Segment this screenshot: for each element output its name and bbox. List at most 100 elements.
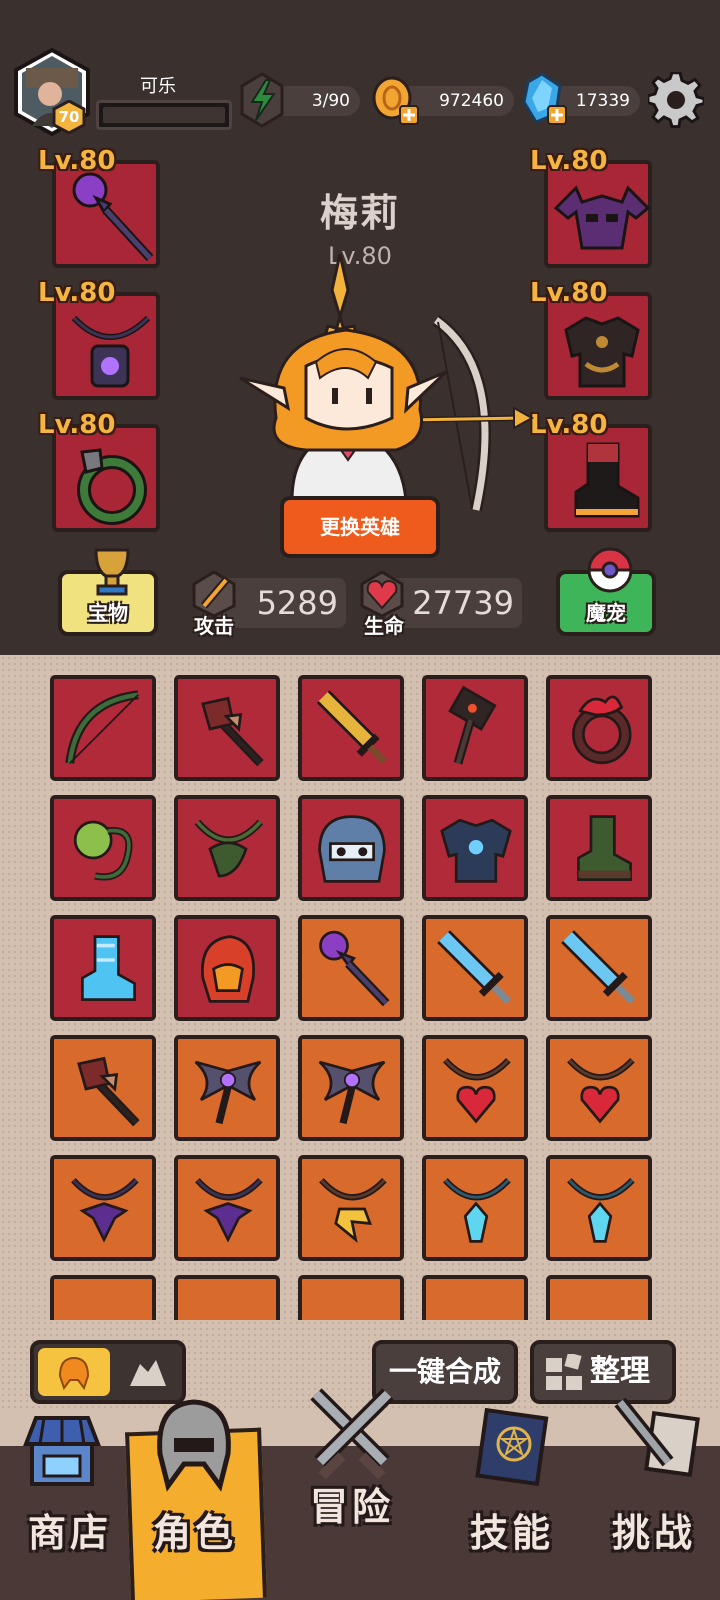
inventory-item-partial[interactable]: [546, 1275, 652, 1320]
inventory-item[interactable]: [298, 795, 404, 901]
sword-scroll-icon: [614, 1397, 700, 1478]
hp-label: 生命: [364, 614, 404, 638]
toggle-materials[interactable]: [114, 1348, 180, 1396]
inventory-grid: [0, 655, 720, 1320]
inventory-item[interactable]: [422, 675, 528, 781]
stone-icon: [130, 1360, 166, 1386]
torch-staff-icon: [77, 1056, 140, 1127]
crystal-necklace-icon: [443, 1177, 511, 1243]
pet-button[interactable]: 魔宠: [556, 547, 656, 636]
inventory-item[interactable]: [50, 795, 156, 901]
crossed-swords-icon: [310, 1388, 394, 1480]
inventory-item[interactable]: [422, 915, 528, 1021]
inventory-item[interactable]: [50, 1155, 156, 1261]
inventory-item[interactable]: [546, 1155, 652, 1261]
inventory-item[interactable]: [298, 915, 404, 1021]
nav-tab-character[interactable]: 角色: [122, 1399, 267, 1600]
energy-icon: [240, 72, 284, 132]
equip-slot-helmet[interactable]: [544, 160, 652, 268]
dark-necklace-icon: [195, 1177, 263, 1243]
inventory-item[interactable]: [174, 795, 280, 901]
hammer-icon: [448, 685, 497, 765]
inventory-item-partial[interactable]: [50, 1275, 156, 1320]
heart-necklace-icon: [567, 1057, 635, 1124]
pet-label: 魔宠: [586, 601, 626, 625]
gold-necklace-icon: [319, 1177, 387, 1244]
equip-slot-armor[interactable]: [544, 292, 652, 400]
boots-icon: [574, 442, 640, 518]
frost-armor-icon: [440, 818, 512, 883]
coin-icon[interactable]: [370, 74, 422, 132]
inventory-item-partial[interactable]: [422, 1275, 528, 1320]
sort-label: 整理: [590, 1354, 650, 1389]
inventory-item[interactable]: [422, 1155, 528, 1261]
nav-tab-skills[interactable]: 技能: [442, 1407, 582, 1600]
xp-bar: [96, 100, 232, 130]
inventory-item[interactable]: [174, 1155, 280, 1261]
equip-slot-ring[interactable]: [52, 424, 160, 532]
inventory-item[interactable]: [174, 675, 280, 781]
nav-tab-challenge[interactable]: 挑战: [584, 1397, 720, 1600]
ice-sword-icon: [561, 930, 635, 1004]
bow-icon: [65, 690, 139, 764]
settings-gear-icon[interactable]: [646, 71, 706, 129]
staff-icon: [72, 172, 154, 262]
treasure-label: 宝物: [88, 601, 128, 625]
inventory-item[interactable]: [298, 675, 404, 781]
nav-label-shop: 商店: [27, 1511, 112, 1555]
inventory-item[interactable]: [298, 1155, 404, 1261]
inventory-item[interactable]: [546, 795, 652, 901]
torch-staff-icon: [201, 696, 264, 767]
flame-ring-icon: [572, 695, 632, 765]
sort-button[interactable]: 整理: [530, 1340, 676, 1404]
change-hero-button[interactable]: 更换英雄: [280, 496, 440, 558]
player-name: 可乐: [140, 76, 176, 97]
trophy-icon: [94, 548, 130, 596]
lantern-necklace-icon: [71, 315, 151, 388]
inventory-item[interactable]: [50, 1035, 156, 1141]
inventory-item[interactable]: [546, 915, 652, 1021]
nav-tab-shop[interactable]: 商店: [0, 1410, 140, 1600]
heart-necklace-icon: [443, 1057, 511, 1124]
equip-slot-weapon[interactable]: [52, 160, 160, 268]
inventory-item[interactable]: [546, 1035, 652, 1141]
golden-sword-icon: [316, 690, 387, 764]
nav-label-adventure: 冒险: [309, 1485, 394, 1529]
nav-tab-adventure[interactable]: 冒险: [282, 1388, 422, 1600]
nav-label-challenge: 挑战: [611, 1511, 696, 1555]
crystal-necklace-icon: [567, 1177, 635, 1243]
thorn-ring-icon: [73, 820, 133, 881]
eye-axe-icon: [194, 1060, 262, 1125]
ice-sword-icon: [437, 930, 511, 1004]
equip-level-armor: Lv.80: [530, 278, 608, 308]
shop-icon: [23, 1416, 101, 1486]
ice-boots-icon: [81, 935, 136, 1001]
inventory-item[interactable]: [174, 1035, 280, 1141]
eye-axe-icon: [318, 1060, 386, 1125]
inventory-item[interactable]: [50, 915, 156, 1021]
player-level: 70: [58, 108, 80, 126]
dark-necklace-icon: [71, 1177, 139, 1243]
gem-icon[interactable]: [518, 72, 570, 132]
equip-level-ring: Lv.80: [38, 410, 116, 440]
pokeball-icon: [587, 547, 633, 593]
vine-ring-icon: [77, 448, 147, 525]
attack-label: 攻击: [194, 614, 234, 638]
equip-level-helmet: Lv.80: [530, 146, 608, 176]
inventory-item[interactable]: [546, 675, 652, 781]
hero-panel: 70 可乐 3/90 972460 17339 梅莉 Lv.80 Lv.80 L…: [0, 0, 720, 655]
inventory-item[interactable]: [422, 1035, 528, 1141]
inventory-item[interactable]: [174, 915, 280, 1021]
equip-level-boots: Lv.80: [530, 410, 608, 440]
equip-level-necklace: Lv.80: [38, 278, 116, 308]
inventory-item-partial[interactable]: [298, 1275, 404, 1320]
inventory-item[interactable]: [422, 795, 528, 901]
treasure-button[interactable]: 宝物: [58, 548, 158, 636]
spellbook-icon: [475, 1407, 549, 1486]
toggle-equipment[interactable]: [38, 1348, 110, 1396]
equip-slot-necklace[interactable]: [52, 292, 160, 400]
inventory-item[interactable]: [298, 1035, 404, 1141]
inventory-item[interactable]: [50, 675, 156, 781]
equip-slot-boots[interactable]: [544, 424, 652, 532]
inventory-item-partial[interactable]: [174, 1275, 280, 1320]
